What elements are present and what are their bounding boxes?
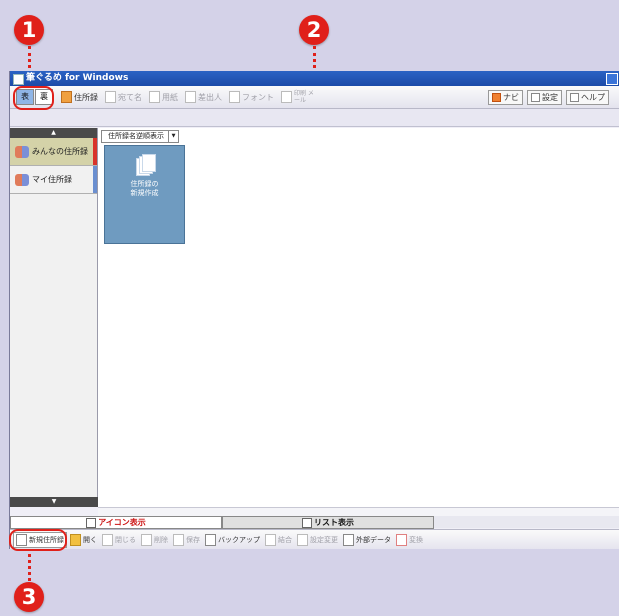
- close-folder-icon: [102, 534, 113, 546]
- open-button-label: 開く: [83, 536, 97, 544]
- sender-icon: [185, 91, 196, 103]
- documents-icon: [135, 154, 156, 176]
- merge-icon: [265, 534, 276, 546]
- change-settings-button-label: 設定変更: [310, 536, 338, 544]
- callout-1: 1: [14, 15, 44, 45]
- save-button-label: 保存: [186, 536, 200, 544]
- merge-button[interactable]: 結合: [263, 533, 294, 547]
- tile-label-line-2: 新規作成: [130, 189, 159, 197]
- sidebar: ▲ みんなの住所録 マイ住所録 ▼: [10, 128, 98, 507]
- paper-button[interactable]: 用紙: [146, 89, 181, 105]
- close-button[interactable]: 閉じる: [100, 533, 138, 547]
- callout-1-highlight-ring: [13, 86, 54, 110]
- delete-button[interactable]: 削除: [139, 533, 170, 547]
- sender-label: 差出人: [198, 92, 222, 102]
- chevron-down-icon: ▼: [168, 131, 178, 142]
- minimize-button[interactable]: [606, 73, 618, 85]
- external-data-button-label: 外部データ: [356, 536, 391, 544]
- convert-button[interactable]: 変換: [394, 533, 425, 547]
- settings-label: 設定: [542, 92, 558, 102]
- paper-label: 用紙: [162, 92, 178, 102]
- settings-icon: [531, 92, 540, 102]
- person-icon: [15, 173, 29, 186]
- app-window: 筆ぐるめ for Windows 表 裏 住所録 宛て名 用紙 差出人 フォント: [9, 71, 619, 549]
- backup-icon: [205, 534, 216, 546]
- new-address-book-label: 住所録の 新規作成: [131, 180, 159, 198]
- folder-icon: [70, 534, 81, 546]
- change-settings-button[interactable]: 設定変更: [295, 533, 340, 547]
- people-icon: [15, 145, 29, 158]
- help-button[interactable]: ヘルプ: [566, 89, 609, 105]
- callout-3-highlight-ring: [9, 529, 67, 551]
- view-tabs: アイコン表示 リスト表示: [10, 516, 619, 529]
- bottom-toolbar: 新規住所録 開く 閉じる 削除 保存 バックアップ 結合 設定変更 外部データ …: [10, 529, 619, 549]
- sidebar-item-color-bar: [93, 166, 97, 193]
- address-book-icon: [61, 91, 72, 103]
- main-toolbar: 表 裏 住所録 宛て名 用紙 差出人 フォント 印刷 メール ナビ 設定 ヘルプ: [10, 86, 619, 109]
- tab-icon-view-label: アイコン表示: [98, 518, 146, 527]
- print-mail-label: 印刷 メール: [294, 90, 314, 104]
- external-data-icon: [343, 534, 354, 546]
- settings-button[interactable]: 設定: [527, 89, 562, 105]
- window-title: 筆ぐるめ for Windows: [26, 73, 129, 83]
- tab-list-view[interactable]: リスト表示: [222, 516, 434, 529]
- list-icon: [302, 517, 312, 528]
- navi-button[interactable]: ナビ: [488, 89, 523, 105]
- convert-button-label: 変換: [409, 536, 423, 544]
- title-bar: 筆ぐるめ for Windows: [10, 71, 619, 86]
- sidebar-item-label: マイ住所録: [32, 175, 72, 184]
- new-address-book-tile[interactable]: 住所録の 新規作成: [104, 145, 185, 244]
- sidebar-item-label: みんなの住所録: [32, 147, 88, 156]
- backup-button-label: バックアップ: [218, 536, 260, 544]
- pencil-icon: [86, 517, 97, 528]
- addressee-label: 宛て名: [118, 92, 142, 102]
- open-button[interactable]: 開く: [68, 533, 99, 547]
- toolbar-right-group: ナビ 設定 ヘルプ: [485, 89, 610, 105]
- callout-2: 2: [299, 15, 329, 45]
- printer-icon: [281, 91, 292, 103]
- font-icon: [229, 91, 240, 103]
- external-data-button[interactable]: 外部データ: [341, 533, 393, 547]
- sort-select-value: 住所録名逆順表示: [108, 132, 164, 140]
- disk-icon: [173, 534, 184, 546]
- trash-icon: [141, 534, 152, 546]
- settings-change-icon: [297, 534, 308, 546]
- delete-button-label: 削除: [154, 536, 168, 544]
- address-book-button[interactable]: 住所録: [58, 89, 101, 105]
- sidebar-scroll-up-button[interactable]: ▲: [10, 128, 97, 138]
- navi-label: ナビ: [503, 92, 519, 102]
- tile-label-line-1: 住所録の: [130, 180, 159, 188]
- save-button[interactable]: 保存: [171, 533, 202, 547]
- app-icon: [13, 74, 24, 85]
- print-mail-button[interactable]: 印刷 メール: [278, 89, 317, 105]
- convert-icon: [396, 534, 407, 546]
- sidebar-item-everyone-address-book[interactable]: みんなの住所録: [10, 138, 97, 166]
- help-label: ヘルプ: [581, 92, 605, 102]
- tab-icon-view[interactable]: アイコン表示: [10, 516, 222, 529]
- address-book-label: 住所録: [74, 92, 98, 102]
- addressee-icon: [105, 91, 116, 103]
- navi-icon: [492, 92, 501, 102]
- sort-select[interactable]: 住所録名逆順表示 ▼: [101, 130, 179, 143]
- tab-list-view-label: リスト表示: [314, 518, 354, 527]
- addressee-button[interactable]: 宛て名: [102, 89, 145, 105]
- address-book-area: 住所録名逆順表示 ▼ 住所録の 新規作成: [98, 128, 619, 507]
- sidebar-item-color-bar: [93, 138, 97, 165]
- help-icon: [570, 92, 579, 102]
- sidebar-scroll-down-button[interactable]: ▼: [10, 497, 98, 507]
- sidebar-item-my-address-book[interactable]: マイ住所録: [10, 166, 97, 194]
- sender-button[interactable]: 差出人: [182, 89, 225, 105]
- font-label: フォント: [242, 92, 274, 102]
- paper-icon: [149, 91, 160, 103]
- callout-3-leader: [28, 548, 31, 581]
- backup-button[interactable]: バックアップ: [203, 533, 262, 547]
- merge-button-label: 結合: [278, 536, 292, 544]
- sub-bar: [10, 109, 619, 127]
- callout-3: 3: [14, 582, 44, 612]
- close-button-label: 閉じる: [115, 536, 136, 544]
- font-button[interactable]: フォント: [226, 89, 277, 105]
